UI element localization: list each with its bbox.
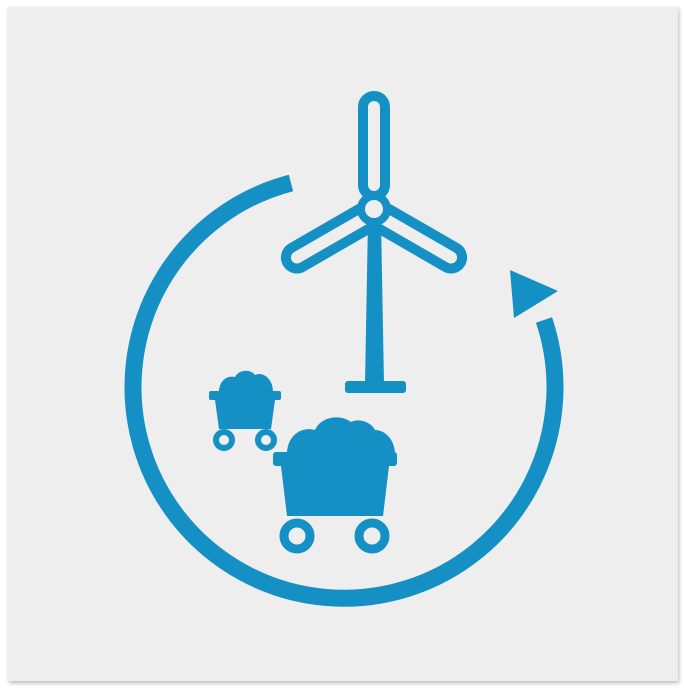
cart-body [281,466,389,516]
wind-turbine-icon [280,91,468,393]
turbine-blade-top [358,91,390,201]
cart-wheel-right [354,518,390,554]
cart-load [287,417,395,454]
cart-wheel-right [255,429,277,451]
cart-rim [209,391,281,400]
arrow-head [510,270,558,318]
energy-transition-illustration [124,91,564,607]
cart-body [215,400,275,429]
cart-wheel-left [279,518,315,554]
turbine-base [345,381,406,393]
mine-cart-icon [273,417,397,554]
cart-rim [273,452,397,466]
cart-wheel-left [213,429,235,451]
turbine-tower [365,220,384,384]
mine-cart-icon [209,370,281,451]
turbine-hub [357,192,391,226]
cart-load [219,370,273,392]
